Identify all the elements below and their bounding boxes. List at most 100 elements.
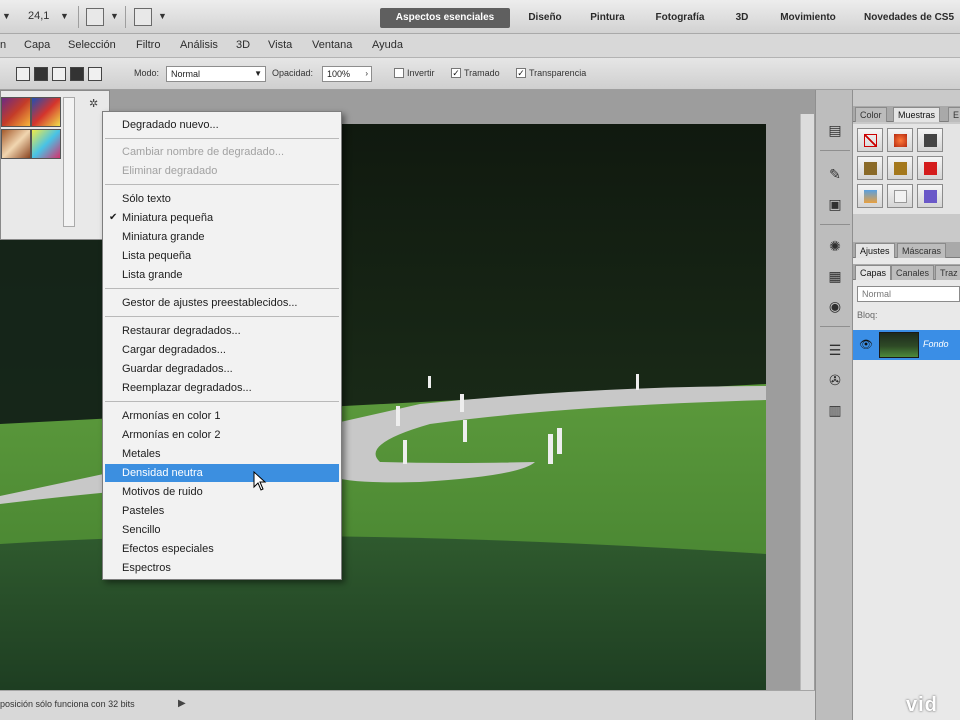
workspace-essentials[interactable]: Aspectos esenciales xyxy=(380,8,510,28)
style-swatch[interactable] xyxy=(917,156,943,180)
menu-filter[interactable]: Filtro xyxy=(136,39,160,51)
menu-item-large-list[interactable]: Lista grande xyxy=(105,266,339,284)
style-none[interactable] xyxy=(857,128,883,152)
menu-image[interactable]: n xyxy=(0,39,6,51)
menu-view[interactable]: Vista xyxy=(268,39,292,51)
menu-select[interactable]: Selección xyxy=(68,39,116,51)
menu-item-load-gradients[interactable]: Cargar degradados... xyxy=(105,341,339,359)
workspace-painting[interactable]: Pintura xyxy=(580,8,635,28)
workspace-whats-new[interactable]: Novedades de CS5 xyxy=(858,8,960,28)
menu-item-noise-samples[interactable]: Motivos de ruido xyxy=(105,483,339,501)
navigator-icon[interactable]: ✺ xyxy=(825,236,845,256)
history-icon[interactable]: ▤ xyxy=(825,120,845,140)
menu-separator xyxy=(105,401,339,402)
menu-item-metals[interactable]: Metales xyxy=(105,445,339,463)
workspace-photography[interactable]: Fotografía xyxy=(645,8,715,28)
divider xyxy=(125,6,126,28)
menu-item-large-thumbnail[interactable]: Miniatura grande xyxy=(105,228,339,246)
reflected-gradient-icon[interactable] xyxy=(70,67,84,81)
menu-item-preset-manager[interactable]: Gestor de ajustes preestablecidos... xyxy=(105,294,339,312)
color-panel-tabs: Color Muestras E xyxy=(853,106,960,122)
screen-mode-icon[interactable] xyxy=(134,8,152,26)
tab-layers[interactable]: Capas xyxy=(855,265,892,280)
gear-icon[interactable]: ✲ xyxy=(89,97,98,110)
paths-icon[interactable]: ▥ xyxy=(825,400,845,420)
menu-item-new-gradient[interactable]: Degradado nuevo... xyxy=(105,116,339,134)
tab-styles[interactable]: E xyxy=(948,107,960,122)
transparency-checkbox[interactable]: ✓ xyxy=(516,68,526,78)
menu-item-pastels[interactable]: Pasteles xyxy=(105,502,339,520)
layers-icon[interactable]: ☰ xyxy=(825,340,845,360)
tab-swatches[interactable]: Muestras xyxy=(893,107,941,122)
application-bar: ▼ 24,1 ▼ ▼ ▼ Aspectos esenciales Diseño … xyxy=(0,0,960,34)
menu-item-save-gradients[interactable]: Guardar degradados... xyxy=(105,360,339,378)
style-swatch[interactable] xyxy=(887,156,913,180)
menu-item-special-effects[interactable]: Efectos especiales xyxy=(105,540,339,558)
menu-item-color-harmonies-1[interactable]: Armonías en color 1 xyxy=(105,407,339,425)
menu-item-neutral-density[interactable]: Densidad neutra xyxy=(105,464,339,482)
tab-adjustments[interactable]: Ajustes xyxy=(855,243,895,258)
divider xyxy=(820,326,850,327)
mode-select[interactable]: Normal ▼ xyxy=(166,66,266,82)
dropdown-arrow-icon[interactable]: ▼ xyxy=(2,11,11,21)
style-swatch[interactable] xyxy=(857,156,883,180)
menu-help[interactable]: Ayuda xyxy=(372,39,403,51)
menu-item-small-thumbnail[interactable]: ✔ Miniatura pequeña xyxy=(105,209,339,227)
opacity-label: Opacidad: xyxy=(272,68,314,78)
gradient-swatch[interactable] xyxy=(31,129,61,159)
arrange-dropdown-arrow-icon[interactable]: ▼ xyxy=(110,11,119,21)
radial-gradient-icon[interactable] xyxy=(34,67,48,81)
menu-item-spectrums[interactable]: Espectros xyxy=(105,559,339,577)
zoom-dropdown-arrow-icon[interactable]: ▼ xyxy=(60,11,69,21)
layer-row[interactable]: 👁 Fondo xyxy=(853,330,960,360)
gradient-swatch[interactable] xyxy=(31,97,61,127)
blend-mode-select[interactable]: Normal xyxy=(857,286,960,302)
menu-item-simple[interactable]: Sencillo xyxy=(105,521,339,539)
opacity-field[interactable]: 100% › xyxy=(322,66,372,82)
menu-item-text-only[interactable]: Sólo texto xyxy=(105,190,339,208)
menu-window[interactable]: Ventana xyxy=(312,39,352,51)
diamond-gradient-icon[interactable] xyxy=(88,67,102,81)
style-swatch[interactable] xyxy=(887,184,913,208)
vertical-scrollbar[interactable] xyxy=(800,114,814,690)
menu-3d[interactable]: 3D xyxy=(236,39,250,51)
clone-source-icon[interactable]: ▣ xyxy=(825,194,845,214)
tab-paths[interactable]: Traz xyxy=(935,265,960,280)
tab-color[interactable]: Color xyxy=(855,107,887,122)
brush-icon[interactable]: ✎ xyxy=(825,164,845,184)
menu-item-replace-gradients[interactable]: Reemplazar degradados... xyxy=(105,379,339,397)
status-menu-arrow-icon[interactable]: ▶ xyxy=(178,698,186,709)
picker-scrollbar[interactable] xyxy=(63,97,75,227)
workspace-3d[interactable]: 3D xyxy=(725,8,759,28)
gradient-swatch[interactable] xyxy=(1,97,31,127)
tab-channels[interactable]: Canales xyxy=(891,265,935,280)
menu-analysis[interactable]: Análisis xyxy=(180,39,218,51)
gradient-swatch[interactable] xyxy=(1,129,31,159)
screen-mode-dropdown-arrow-icon[interactable]: ▼ xyxy=(158,11,167,21)
angle-gradient-icon[interactable] xyxy=(52,67,66,81)
menu-item-small-list[interactable]: Lista pequeña xyxy=(105,247,339,265)
invert-checkbox[interactable] xyxy=(394,68,404,78)
info-icon[interactable]: ◉ xyxy=(825,296,845,316)
menu-item-reset-gradients[interactable]: Restaurar degradados... xyxy=(105,322,339,340)
workspace-motion[interactable]: Movimiento xyxy=(768,8,848,28)
style-swatch[interactable] xyxy=(917,184,943,208)
style-swatch[interactable] xyxy=(857,184,883,208)
eye-icon[interactable]: 👁 xyxy=(859,338,873,351)
menu-item-color-harmonies-2[interactable]: Armonías en color 2 xyxy=(105,426,339,444)
menu-layer[interactable]: Capa xyxy=(24,39,50,51)
style-swatch[interactable] xyxy=(917,128,943,152)
arrange-documents-icon[interactable] xyxy=(86,8,104,26)
channels-icon[interactable]: ✇ xyxy=(825,370,845,390)
check-icon: ✓ xyxy=(452,68,460,78)
zoom-level[interactable]: 24,1 xyxy=(28,10,49,22)
workspace-design[interactable]: Diseño xyxy=(520,8,570,28)
dither-checkbox[interactable]: ✓ xyxy=(451,68,461,78)
divider xyxy=(820,224,850,225)
transparency-label: Transparencia xyxy=(529,68,587,78)
linear-gradient-icon[interactable] xyxy=(16,67,30,81)
histogram-icon[interactable]: ▦ xyxy=(825,266,845,286)
style-swatch[interactable] xyxy=(887,128,913,152)
gradient-picker-menu: Degradado nuevo... Cambiar nombre de deg… xyxy=(102,111,342,580)
tab-masks[interactable]: Máscaras xyxy=(897,243,947,258)
